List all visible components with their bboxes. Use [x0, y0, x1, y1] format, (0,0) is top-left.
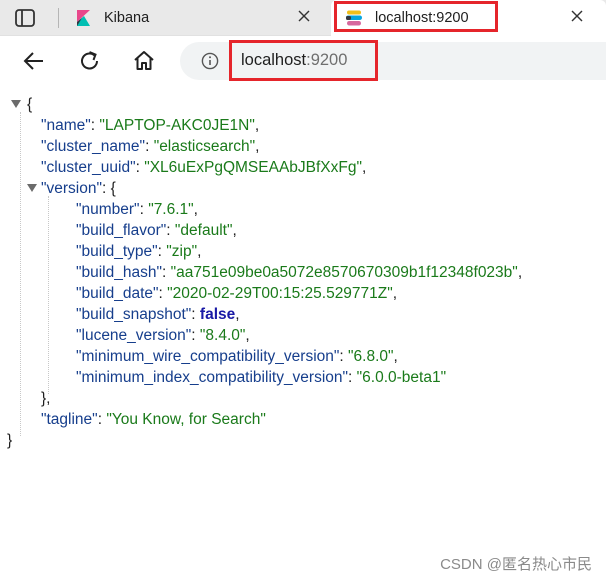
json-key: "build_date" [76, 285, 159, 302]
json-key: "lucene_version" [76, 327, 192, 344]
home-icon[interactable] [131, 48, 157, 74]
json-line-version: "version": { [41, 180, 116, 197]
json-line-build-type: "build_type": "zip", [76, 243, 202, 260]
json-line-build-snapshot: "build_snapshot": false, [76, 306, 240, 323]
collapse-toggle-icon[interactable] [11, 100, 21, 108]
indent-guide [20, 112, 21, 436]
json-key: "build_hash" [76, 264, 162, 281]
json-key: "minimum_index_compatibility_version" [76, 369, 349, 386]
json-line-min-index: "minimum_index_compatibility_version": "… [76, 369, 447, 386]
kibana-logo-icon [77, 10, 90, 26]
json-value: "6.8.0" [348, 348, 394, 365]
url-port: :9200 [306, 51, 348, 69]
json-open-brace: { [110, 180, 116, 197]
tab-localhost[interactable]: localhost:9200 [331, 0, 606, 36]
json-line-number: "number": "7.6.1", [76, 201, 198, 218]
back-arrow-icon[interactable] [21, 48, 47, 74]
json-line-build-date: "build_date": "2020-02-29T00:15:25.52977… [76, 285, 398, 302]
tab-bar: Kibana localhost:9200 [0, 0, 606, 36]
json-value: "2020-02-29T00:15:25.529771Z" [167, 285, 393, 302]
json-key: "build_flavor" [76, 222, 167, 239]
json-value: "default" [174, 222, 233, 239]
navigation-toolbar: localhost:9200 [0, 36, 606, 86]
url-text[interactable]: localhost:9200 [241, 51, 347, 70]
json-value: false [199, 306, 236, 323]
json-line-cluster-uuid: "cluster_uuid": "XL6uExPgQMSEAAbJBfXxFg"… [41, 159, 367, 176]
json-line-lucene-version: "lucene_version": "8.4.0", [76, 327, 250, 344]
json-value: "8.4.0" [199, 327, 246, 344]
json-open-brace: { [27, 96, 33, 113]
json-key: "minimum_wire_compatibility_version" [76, 348, 340, 365]
json-value: "zip" [166, 243, 198, 260]
json-key: "build_snapshot" [76, 306, 192, 323]
json-line-cluster-name: "cluster_name": "elasticsearch", [41, 138, 260, 155]
elastic-logo-icon [346, 10, 362, 26]
json-key: "number" [76, 201, 140, 218]
json-key: "name" [41, 117, 91, 134]
json-key: "tagline" [41, 411, 98, 428]
url-host: localhost [241, 51, 307, 69]
json-value: "elasticsearch" [153, 138, 256, 155]
indent-guide [48, 196, 49, 394]
json-value: "7.6.1" [148, 201, 194, 218]
json-value: "XL6uExPgQMSEAAbJBfXxFg" [144, 159, 362, 176]
watermark: CSDN @匿名热心市民 [440, 556, 592, 573]
json-line-build-hash: "build_hash": "aa751e09be0a5072e85706703… [76, 264, 523, 281]
tab-title: Kibana [104, 10, 150, 26]
json-line-name: "name": "LAPTOP-AKC0JE1N", [41, 117, 260, 134]
json-key: "version" [41, 180, 102, 197]
tab-title: localhost:9200 [375, 10, 469, 26]
json-value: "aa751e09be0a5072e8570670309b1f12348f023… [170, 264, 518, 281]
close-icon[interactable] [297, 9, 311, 23]
collapse-toggle-icon[interactable] [27, 184, 37, 192]
json-value: "You Know, for Search" [106, 411, 266, 428]
refresh-icon[interactable] [77, 48, 103, 74]
sidebar-toggle-icon[interactable] [14, 7, 36, 29]
close-icon[interactable] [570, 9, 584, 23]
json-line-min-wire: "minimum_wire_compatibility_version": "6… [76, 348, 398, 365]
json-line-tagline: "tagline": "You Know, for Search" [41, 411, 266, 428]
json-close-brace: }, [41, 390, 51, 407]
address-bar[interactable]: localhost:9200 [180, 42, 606, 80]
json-close-brace: } [7, 432, 13, 449]
json-value: "LAPTOP-AKC0JE1N" [99, 117, 255, 134]
json-key: "cluster_uuid" [41, 159, 136, 176]
json-key: "cluster_name" [41, 138, 146, 155]
json-value: "6.0.0-beta1" [356, 369, 447, 386]
json-key: "build_type" [76, 243, 158, 260]
info-icon[interactable] [201, 52, 219, 70]
json-line-build-flavor: "build_flavor": "default", [76, 222, 237, 239]
tab-separator [58, 8, 59, 28]
tab-kibana[interactable]: Kibana [60, 0, 327, 36]
